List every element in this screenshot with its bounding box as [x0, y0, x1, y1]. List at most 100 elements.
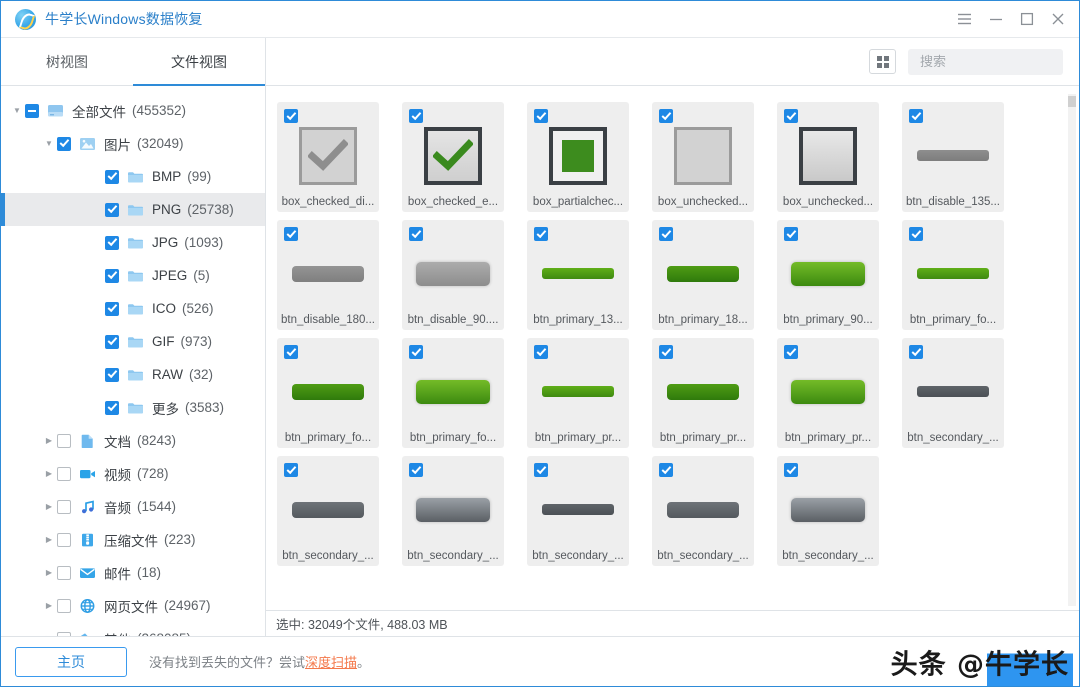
file-thumbnail-cell[interactable]: box_partialchec... [527, 102, 629, 212]
checkbox-JPG[interactable] [105, 235, 119, 250]
file-checkbox[interactable] [534, 227, 548, 241]
sidebar-item-压缩文件[interactable]: 压缩文件 (223) [1, 523, 265, 556]
search-input[interactable] [918, 53, 1079, 70]
file-checkbox[interactable] [534, 345, 548, 359]
file-thumbnail-cell[interactable]: btn_primary_pr... [527, 338, 629, 448]
file-checkbox[interactable] [784, 109, 798, 123]
home-button[interactable]: 主页 [15, 646, 127, 677]
file-thumbnail-cell[interactable]: btn_secondary_... [527, 456, 629, 566]
file-checkbox[interactable] [784, 227, 798, 241]
file-checkbox[interactable] [659, 463, 673, 477]
sidebar-item-全部文件[interactable]: 全部文件 (455352) [1, 94, 265, 127]
checkbox-JPEG[interactable] [105, 268, 119, 283]
sidebar-item-RAW[interactable]: RAW (32) [1, 358, 265, 391]
chevron-right-icon[interactable] [41, 436, 57, 445]
file-tree-sidebar[interactable]: 全部文件 (455352) 图片 (32049) BMP (99) PNG (25738) JP… [1, 86, 266, 636]
file-checkbox[interactable] [784, 345, 798, 359]
file-checkbox[interactable] [659, 227, 673, 241]
file-checkbox[interactable] [534, 463, 548, 477]
file-checkbox[interactable] [784, 463, 798, 477]
checkbox-文档[interactable] [57, 433, 71, 448]
sidebar-item-视频[interactable]: 视频 (728) [1, 457, 265, 490]
chevron-right-icon[interactable] [41, 469, 57, 478]
checkbox-全部文件[interactable] [25, 103, 39, 118]
scrollbar-thumb[interactable] [1068, 96, 1076, 107]
file-thumbnail-cell[interactable]: btn_primary_fo... [277, 338, 379, 448]
checkbox-RAW[interactable] [105, 367, 119, 382]
file-checkbox[interactable] [909, 345, 923, 359]
sidebar-item-GIF[interactable]: GIF (973) [1, 325, 265, 358]
sidebar-item-图片[interactable]: 图片 (32049) [1, 127, 265, 160]
file-thumbnail-cell[interactable]: btn_primary_13... [527, 220, 629, 330]
checkbox-邮件[interactable] [57, 565, 71, 580]
file-thumbnail-cell[interactable]: box_unchecked... [652, 102, 754, 212]
chevron-right-icon[interactable] [41, 568, 57, 577]
sidebar-item-邮件[interactable]: 邮件 (18) [1, 556, 265, 589]
file-thumbnail-cell[interactable]: btn_secondary_... [777, 456, 879, 566]
minimize-icon[interactable] [980, 6, 1011, 33]
file-checkbox[interactable] [659, 345, 673, 359]
sidebar-item-BMP[interactable]: BMP (99) [1, 160, 265, 193]
file-thumbnail-cell[interactable]: btn_secondary_... [652, 456, 754, 566]
file-thumbnail-cell[interactable]: box_checked_di... [277, 102, 379, 212]
checkbox-视频[interactable] [57, 466, 71, 481]
tab-tree-view[interactable]: 树视图 [1, 38, 133, 85]
file-thumbnail-cell[interactable]: btn_secondary_... [277, 456, 379, 566]
checkbox-ICO[interactable] [105, 301, 119, 316]
file-checkbox[interactable] [909, 227, 923, 241]
chevron-right-icon[interactable] [41, 535, 57, 544]
file-checkbox[interactable] [409, 463, 423, 477]
file-thumbnail-cell[interactable]: btn_secondary_... [902, 338, 1004, 448]
file-checkbox[interactable] [284, 345, 298, 359]
file-thumbnail-cell[interactable]: btn_secondary_... [402, 456, 504, 566]
file-checkbox[interactable] [659, 109, 673, 123]
file-thumbnail-cell[interactable]: btn_primary_pr... [652, 338, 754, 448]
file-thumbnail-cell[interactable]: box_checked_e... [402, 102, 504, 212]
file-checkbox[interactable] [534, 109, 548, 123]
maximize-icon[interactable] [1011, 6, 1042, 33]
file-checkbox[interactable] [409, 345, 423, 359]
checkbox-GIF[interactable] [105, 334, 119, 349]
sidebar-item-更多[interactable]: 更多 (3583) [1, 391, 265, 424]
close-icon[interactable] [1042, 6, 1073, 33]
menu-icon[interactable] [949, 6, 980, 33]
file-checkbox[interactable] [284, 463, 298, 477]
chevron-right-icon[interactable] [41, 601, 57, 610]
chevron-down-icon[interactable] [41, 139, 57, 148]
chevron-right-icon[interactable] [41, 502, 57, 511]
checkbox-更多[interactable] [105, 400, 119, 415]
file-thumbnail-cell[interactable]: btn_disable_180... [277, 220, 379, 330]
file-thumbnail-cell[interactable]: btn_disable_90.... [402, 220, 504, 330]
sidebar-item-ICO[interactable]: ICO (526) [1, 292, 265, 325]
sidebar-item-PNG[interactable]: PNG (25738) [1, 193, 265, 226]
deep-scan-link[interactable]: 深度扫描 [305, 655, 357, 670]
checkbox-压缩文件[interactable] [57, 532, 71, 547]
sidebar-item-文档[interactable]: 文档 (8243) [1, 424, 265, 457]
file-thumbnail-cell[interactable]: box_unchecked... [777, 102, 879, 212]
file-checkbox[interactable] [284, 227, 298, 241]
file-thumbnail-cell[interactable]: btn_primary_fo... [902, 220, 1004, 330]
checkbox-图片[interactable] [57, 136, 71, 151]
checkbox-PNG[interactable] [105, 202, 119, 217]
sidebar-item-网页文件[interactable]: 网页文件 (24967) [1, 589, 265, 622]
sidebar-item-JPG[interactable]: JPG (1093) [1, 226, 265, 259]
checkbox-网页文件[interactable] [57, 598, 71, 613]
chevron-down-icon[interactable] [9, 106, 25, 115]
file-thumbnail-cell[interactable]: btn_primary_90... [777, 220, 879, 330]
file-thumbnail-cell[interactable]: btn_disable_135... [902, 102, 1004, 212]
sidebar-item-JPEG[interactable]: JPEG (5) [1, 259, 265, 292]
file-checkbox[interactable] [909, 109, 923, 123]
checkbox-BMP[interactable] [105, 169, 119, 184]
file-thumbnail-cell[interactable]: btn_primary_pr... [777, 338, 879, 448]
grid-view-icon[interactable] [869, 49, 896, 74]
vertical-scrollbar[interactable] [1068, 94, 1076, 606]
sidebar-item-音频[interactable]: 音频 (1544) [1, 490, 265, 523]
search-box[interactable] [908, 48, 1079, 75]
file-checkbox[interactable] [409, 109, 423, 123]
tab-file-view[interactable]: 文件视图 [133, 38, 265, 86]
thumbnail-scroll-area[interactable]: box_checked_di... box_checked_e... box_par… [266, 86, 1079, 610]
checkbox-音频[interactable] [57, 499, 71, 514]
file-thumbnail-cell[interactable]: btn_primary_fo... [402, 338, 504, 448]
file-checkbox[interactable] [409, 227, 423, 241]
file-checkbox[interactable] [284, 109, 298, 123]
